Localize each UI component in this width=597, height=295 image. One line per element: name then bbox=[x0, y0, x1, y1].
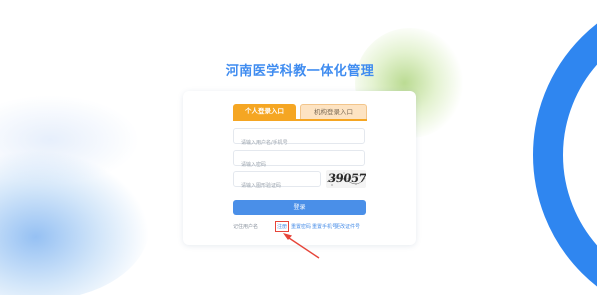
login-card: 个人登录入口 机构登录入口 39057 登录 记住用户名 注册 重置密码 重置手… bbox=[183, 91, 416, 245]
tab-personal-login[interactable]: 个人登录入口 bbox=[233, 104, 296, 119]
username-field bbox=[233, 128, 365, 150]
tab-underline bbox=[233, 119, 367, 121]
remember-username[interactable]: 记住用户名 bbox=[233, 222, 258, 232]
register-highlight-box bbox=[275, 221, 289, 232]
reset-phone-link[interactable]: 重置手机号 bbox=[312, 222, 337, 232]
change-id-link[interactable]: 更改证件号 bbox=[335, 222, 360, 232]
username-input[interactable] bbox=[234, 136, 364, 150]
tab-organization-login[interactable]: 机构登录入口 bbox=[300, 104, 367, 119]
reset-password-link[interactable]: 重置密码 bbox=[291, 222, 311, 232]
captcha-code: 39057 bbox=[327, 171, 366, 185]
captcha-image[interactable]: 39057 bbox=[326, 170, 366, 188]
login-tabs: 个人登录入口 机构登录入口 bbox=[233, 104, 367, 121]
auth-links: 记住用户名 注册 重置密码 重置手机号 更改证件号 bbox=[233, 222, 373, 232]
captcha-field bbox=[233, 171, 321, 193]
login-button[interactable]: 登录 bbox=[233, 200, 366, 215]
password-field bbox=[233, 150, 365, 172]
page-title: 河南医学科教一体化管理 bbox=[225, 64, 375, 79]
captcha-input[interactable] bbox=[234, 179, 320, 193]
